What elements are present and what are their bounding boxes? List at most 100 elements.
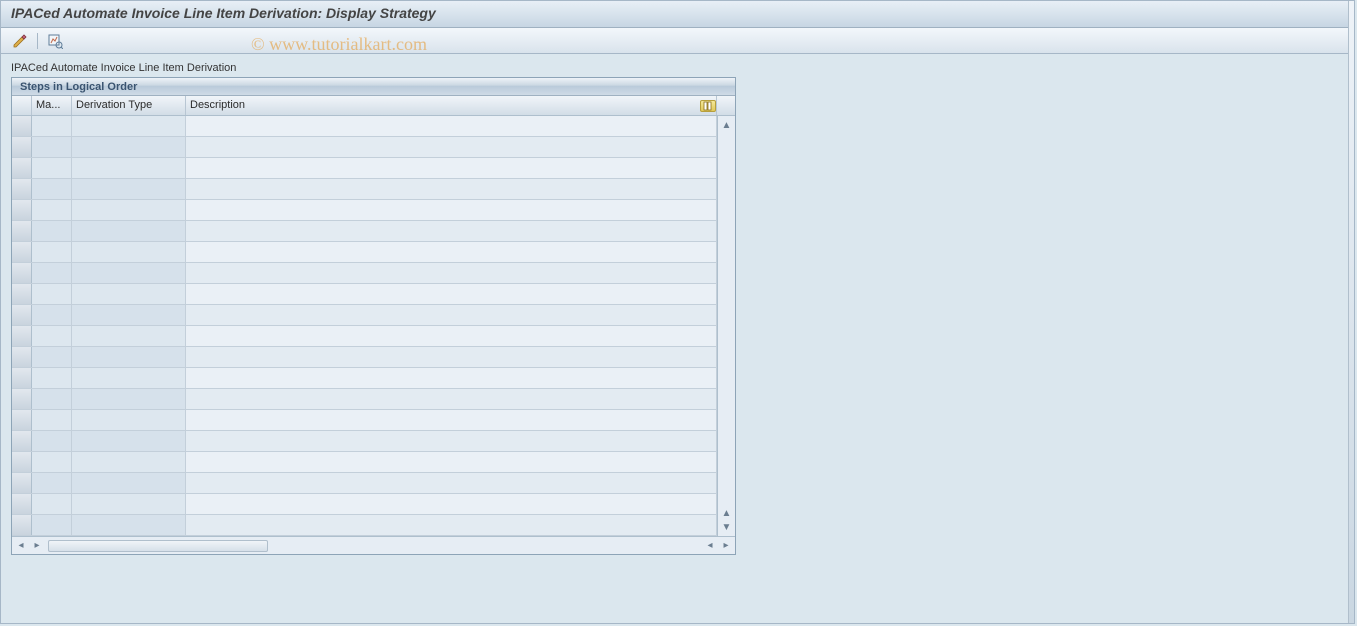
cell-ma[interactable]	[32, 137, 72, 157]
cell-derivation-type[interactable]	[72, 116, 186, 136]
cell-ma[interactable]	[32, 494, 72, 514]
table-row[interactable]	[12, 158, 717, 179]
cell-description[interactable]	[186, 389, 717, 409]
row-selector[interactable]	[12, 263, 32, 283]
analysis-button[interactable]	[44, 31, 66, 51]
row-selector[interactable]	[12, 431, 32, 451]
cell-derivation-type[interactable]	[72, 494, 186, 514]
cell-ma[interactable]	[32, 347, 72, 367]
cell-description[interactable]	[186, 137, 717, 157]
cell-derivation-type[interactable]	[72, 473, 186, 493]
cell-description[interactable]	[186, 347, 717, 367]
table-row[interactable]	[12, 284, 717, 305]
cell-derivation-type[interactable]	[72, 410, 186, 430]
cell-description[interactable]	[186, 410, 717, 430]
cell-ma[interactable]	[32, 326, 72, 346]
cell-derivation-type[interactable]	[72, 452, 186, 472]
table-row[interactable]	[12, 137, 717, 158]
scroll-down-icon[interactable]: ▼	[720, 520, 734, 534]
horizontal-scrollbar[interactable]: ◂ ▸ ◂ ▸	[12, 536, 735, 554]
edit-view-button[interactable]	[9, 31, 31, 51]
configure-columns-button[interactable]	[699, 96, 717, 116]
table-row[interactable]	[12, 242, 717, 263]
cell-derivation-type[interactable]	[72, 158, 186, 178]
cell-derivation-type[interactable]	[72, 368, 186, 388]
cell-derivation-type[interactable]	[72, 221, 186, 241]
cell-ma[interactable]	[32, 431, 72, 451]
cell-description[interactable]	[186, 263, 717, 283]
cell-ma[interactable]	[32, 515, 72, 535]
cell-ma[interactable]	[32, 389, 72, 409]
table-row[interactable]	[12, 305, 717, 326]
table-row[interactable]	[12, 263, 717, 284]
cell-description[interactable]	[186, 431, 717, 451]
table-row[interactable]	[12, 326, 717, 347]
row-selector[interactable]	[12, 452, 32, 472]
row-selector[interactable]	[12, 116, 32, 136]
cell-ma[interactable]	[32, 410, 72, 430]
cell-derivation-type[interactable]	[72, 305, 186, 325]
cell-description[interactable]	[186, 326, 717, 346]
row-selector[interactable]	[12, 326, 32, 346]
cell-ma[interactable]	[32, 284, 72, 304]
row-selector[interactable]	[12, 284, 32, 304]
scroll-last-icon[interactable]: ▸	[719, 539, 733, 553]
cell-derivation-type[interactable]	[72, 242, 186, 262]
cell-description[interactable]	[186, 242, 717, 262]
table-row[interactable]	[12, 347, 717, 368]
col-header-selector[interactable]	[12, 96, 32, 115]
scroll-left-icon[interactable]: ▸	[30, 539, 44, 553]
cell-ma[interactable]	[32, 179, 72, 199]
table-row[interactable]	[12, 221, 717, 242]
cell-description[interactable]	[186, 452, 717, 472]
cell-derivation-type[interactable]	[72, 200, 186, 220]
table-row[interactable]	[12, 431, 717, 452]
row-selector[interactable]	[12, 200, 32, 220]
table-row[interactable]	[12, 452, 717, 473]
cell-description[interactable]	[186, 179, 717, 199]
scroll-up-icon[interactable]: ▲	[720, 118, 734, 132]
row-selector[interactable]	[12, 515, 32, 535]
cell-description[interactable]	[186, 368, 717, 388]
hscroll-thumb[interactable]	[48, 540, 268, 552]
vertical-scrollbar[interactable]: ▲ ▲ ▼	[717, 116, 735, 536]
cell-description[interactable]	[186, 200, 717, 220]
cell-description[interactable]	[186, 284, 717, 304]
table-row[interactable]	[12, 515, 717, 536]
cell-ma[interactable]	[32, 368, 72, 388]
row-selector[interactable]	[12, 179, 32, 199]
cell-derivation-type[interactable]	[72, 431, 186, 451]
cell-ma[interactable]	[32, 200, 72, 220]
cell-description[interactable]	[186, 116, 717, 136]
col-header-ma[interactable]: Ma...	[32, 96, 72, 115]
row-selector[interactable]	[12, 389, 32, 409]
cell-description[interactable]	[186, 473, 717, 493]
row-selector[interactable]	[12, 410, 32, 430]
row-selector[interactable]	[12, 368, 32, 388]
cell-ma[interactable]	[32, 305, 72, 325]
table-row[interactable]	[12, 116, 717, 137]
cell-ma[interactable]	[32, 263, 72, 283]
row-selector[interactable]	[12, 137, 32, 157]
row-selector[interactable]	[12, 305, 32, 325]
scroll-down-step-icon[interactable]: ▲	[720, 506, 734, 520]
cell-ma[interactable]	[32, 221, 72, 241]
cell-description[interactable]	[186, 494, 717, 514]
cell-derivation-type[interactable]	[72, 389, 186, 409]
cell-derivation-type[interactable]	[72, 263, 186, 283]
cell-ma[interactable]	[32, 452, 72, 472]
cell-ma[interactable]	[32, 116, 72, 136]
cell-description[interactable]	[186, 158, 717, 178]
scroll-right-icon[interactable]: ◂	[703, 539, 717, 553]
row-selector[interactable]	[12, 473, 32, 493]
cell-derivation-type[interactable]	[72, 347, 186, 367]
cell-derivation-type[interactable]	[72, 326, 186, 346]
table-row[interactable]	[12, 473, 717, 494]
cell-description[interactable]	[186, 305, 717, 325]
row-selector[interactable]	[12, 494, 32, 514]
table-row[interactable]	[12, 410, 717, 431]
row-selector[interactable]	[12, 158, 32, 178]
cell-derivation-type[interactable]	[72, 515, 186, 535]
cell-description[interactable]	[186, 221, 717, 241]
cell-ma[interactable]	[32, 473, 72, 493]
